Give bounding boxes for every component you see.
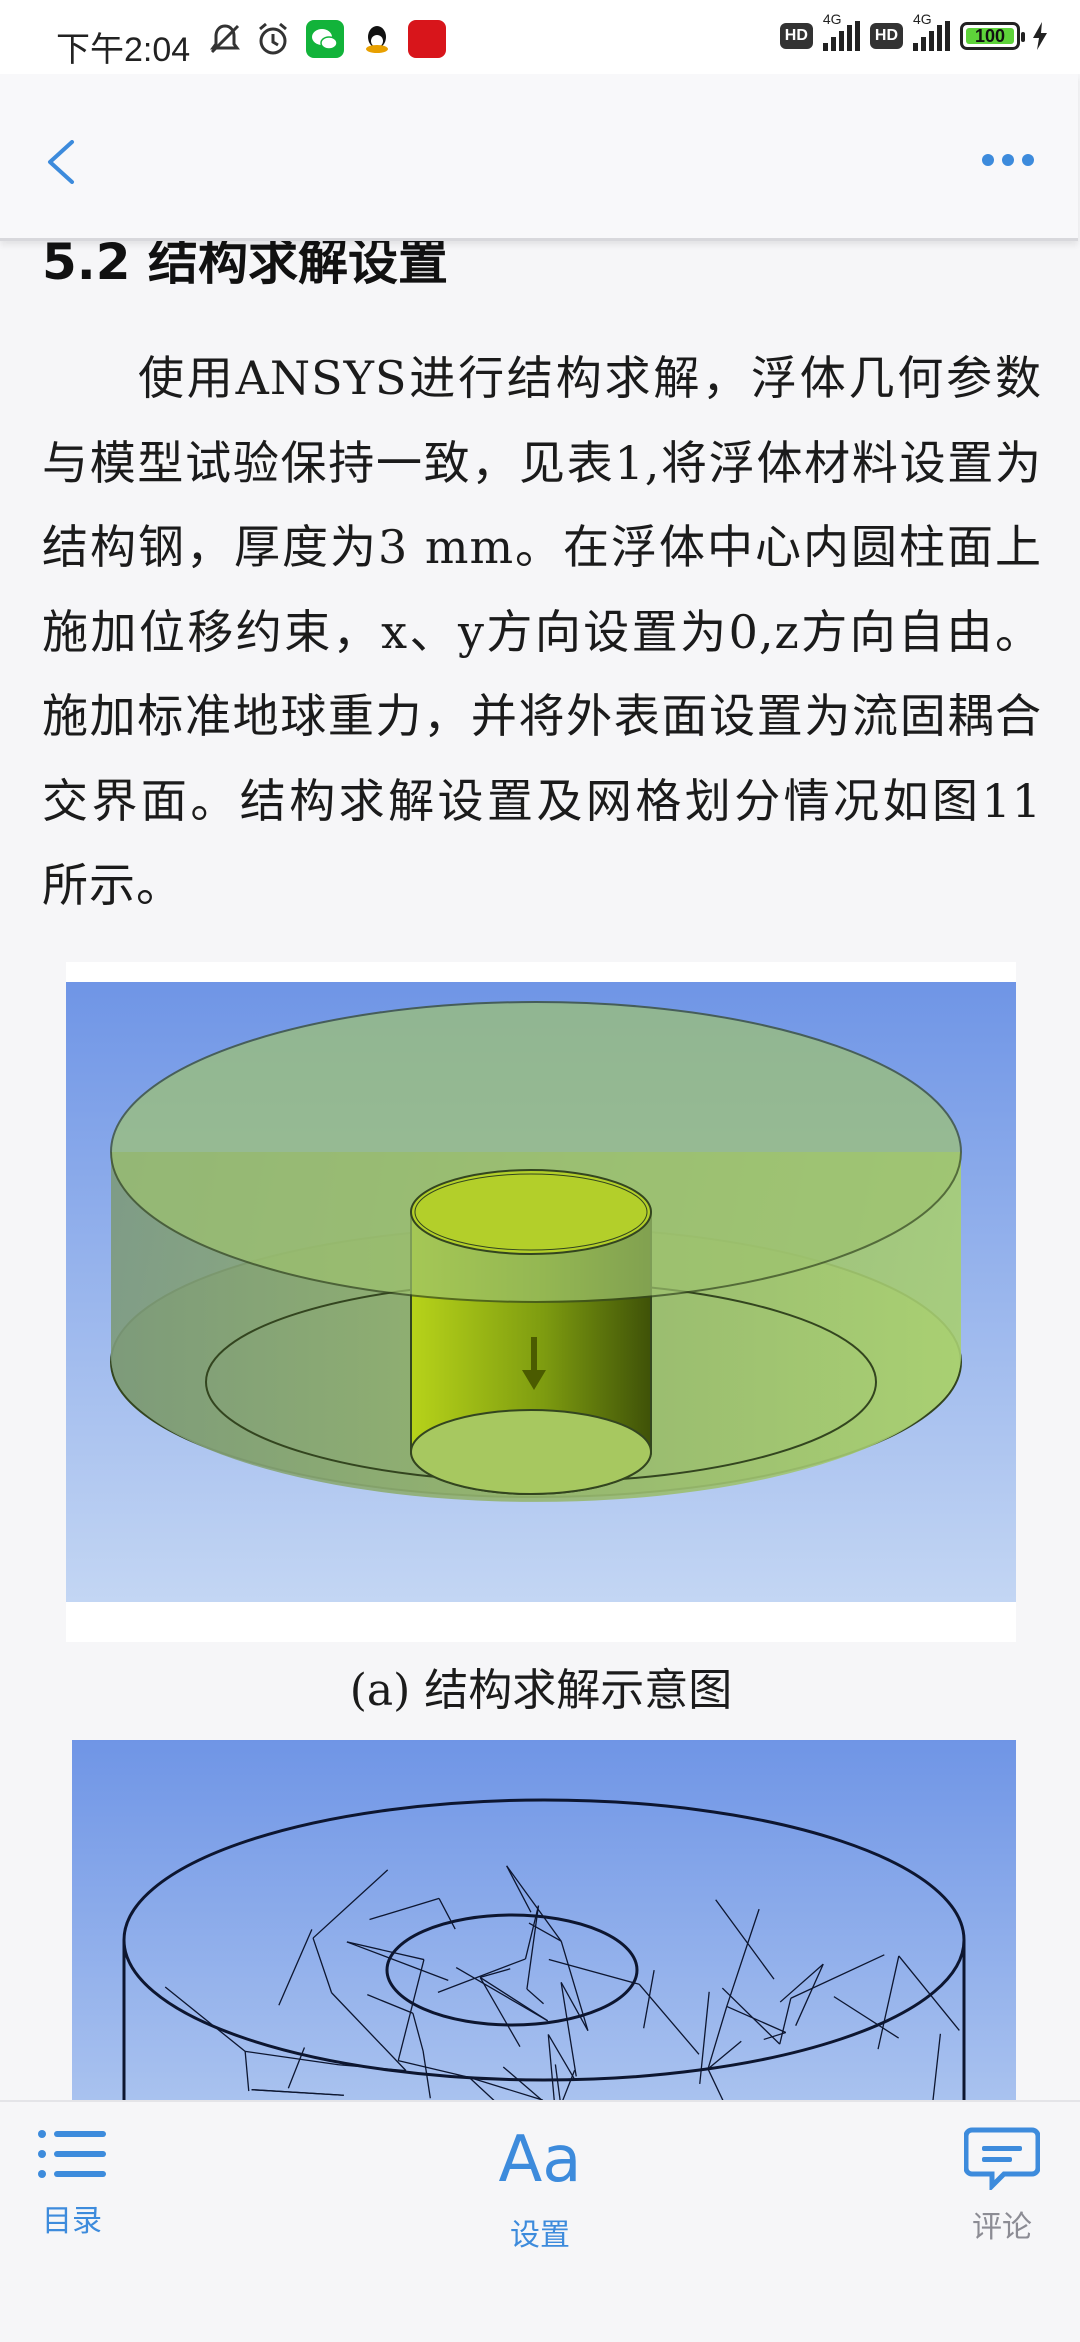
- settings-label: 设置: [510, 2218, 570, 2253]
- more-options-icon[interactable]: [982, 154, 1034, 166]
- back-chevron-icon[interactable]: [44, 140, 78, 184]
- study-app-icon: [408, 20, 446, 58]
- charging-icon: [1033, 22, 1047, 50]
- comment-label: 评论: [972, 2210, 1032, 2245]
- font-settings-icon: Aa: [498, 2123, 582, 2197]
- battery-level: 100: [974, 25, 1006, 46]
- mute-bell-icon: [210, 24, 240, 54]
- figure-mesh: [72, 1740, 1016, 2100]
- wechat-icon: [306, 20, 344, 58]
- comment-icon: [963, 2127, 1041, 2193]
- toc-label: 目录: [42, 2204, 102, 2239]
- status-time: 下午2:04: [56, 31, 191, 69]
- status-bar: 下午2:04 HD 4G HD 4G 100: [0, 0, 1080, 74]
- top-navigation-bar: [0, 74, 1078, 241]
- signal-icon-2: 4G: [913, 11, 950, 51]
- alarm-icon: [259, 22, 287, 55]
- figure-a-caption: (a) 结构求解示意图: [349, 1665, 733, 1716]
- signal-icon: 4G: [822, 11, 860, 51]
- settings-button[interactable]: Aa 设置: [480, 2120, 600, 2254]
- hd-badge: HD: [779, 23, 813, 49]
- figure-structural-solution: (a) 结构求解示意图: [66, 962, 1016, 1716]
- battery-icon: 100: [960, 22, 1025, 50]
- structural-model-image: [66, 982, 1016, 1642]
- bottom-toolbar: 目录 Aa 设置 评论: [0, 2100, 1080, 2342]
- body-paragraph: 使用ANSYS进行结构求解，浮体几何参数与模型试验保持一致，见表1,将浮体材料设…: [42, 351, 1042, 912]
- mesh-image: [72, 1740, 1016, 2100]
- comment-button[interactable]: 评论: [963, 2126, 1041, 2246]
- hd-badge-2: HD: [869, 23, 903, 49]
- qq-icon: [366, 26, 388, 53]
- toc-button[interactable]: 目录: [36, 2124, 108, 2240]
- list-icon: [38, 2130, 106, 2178]
